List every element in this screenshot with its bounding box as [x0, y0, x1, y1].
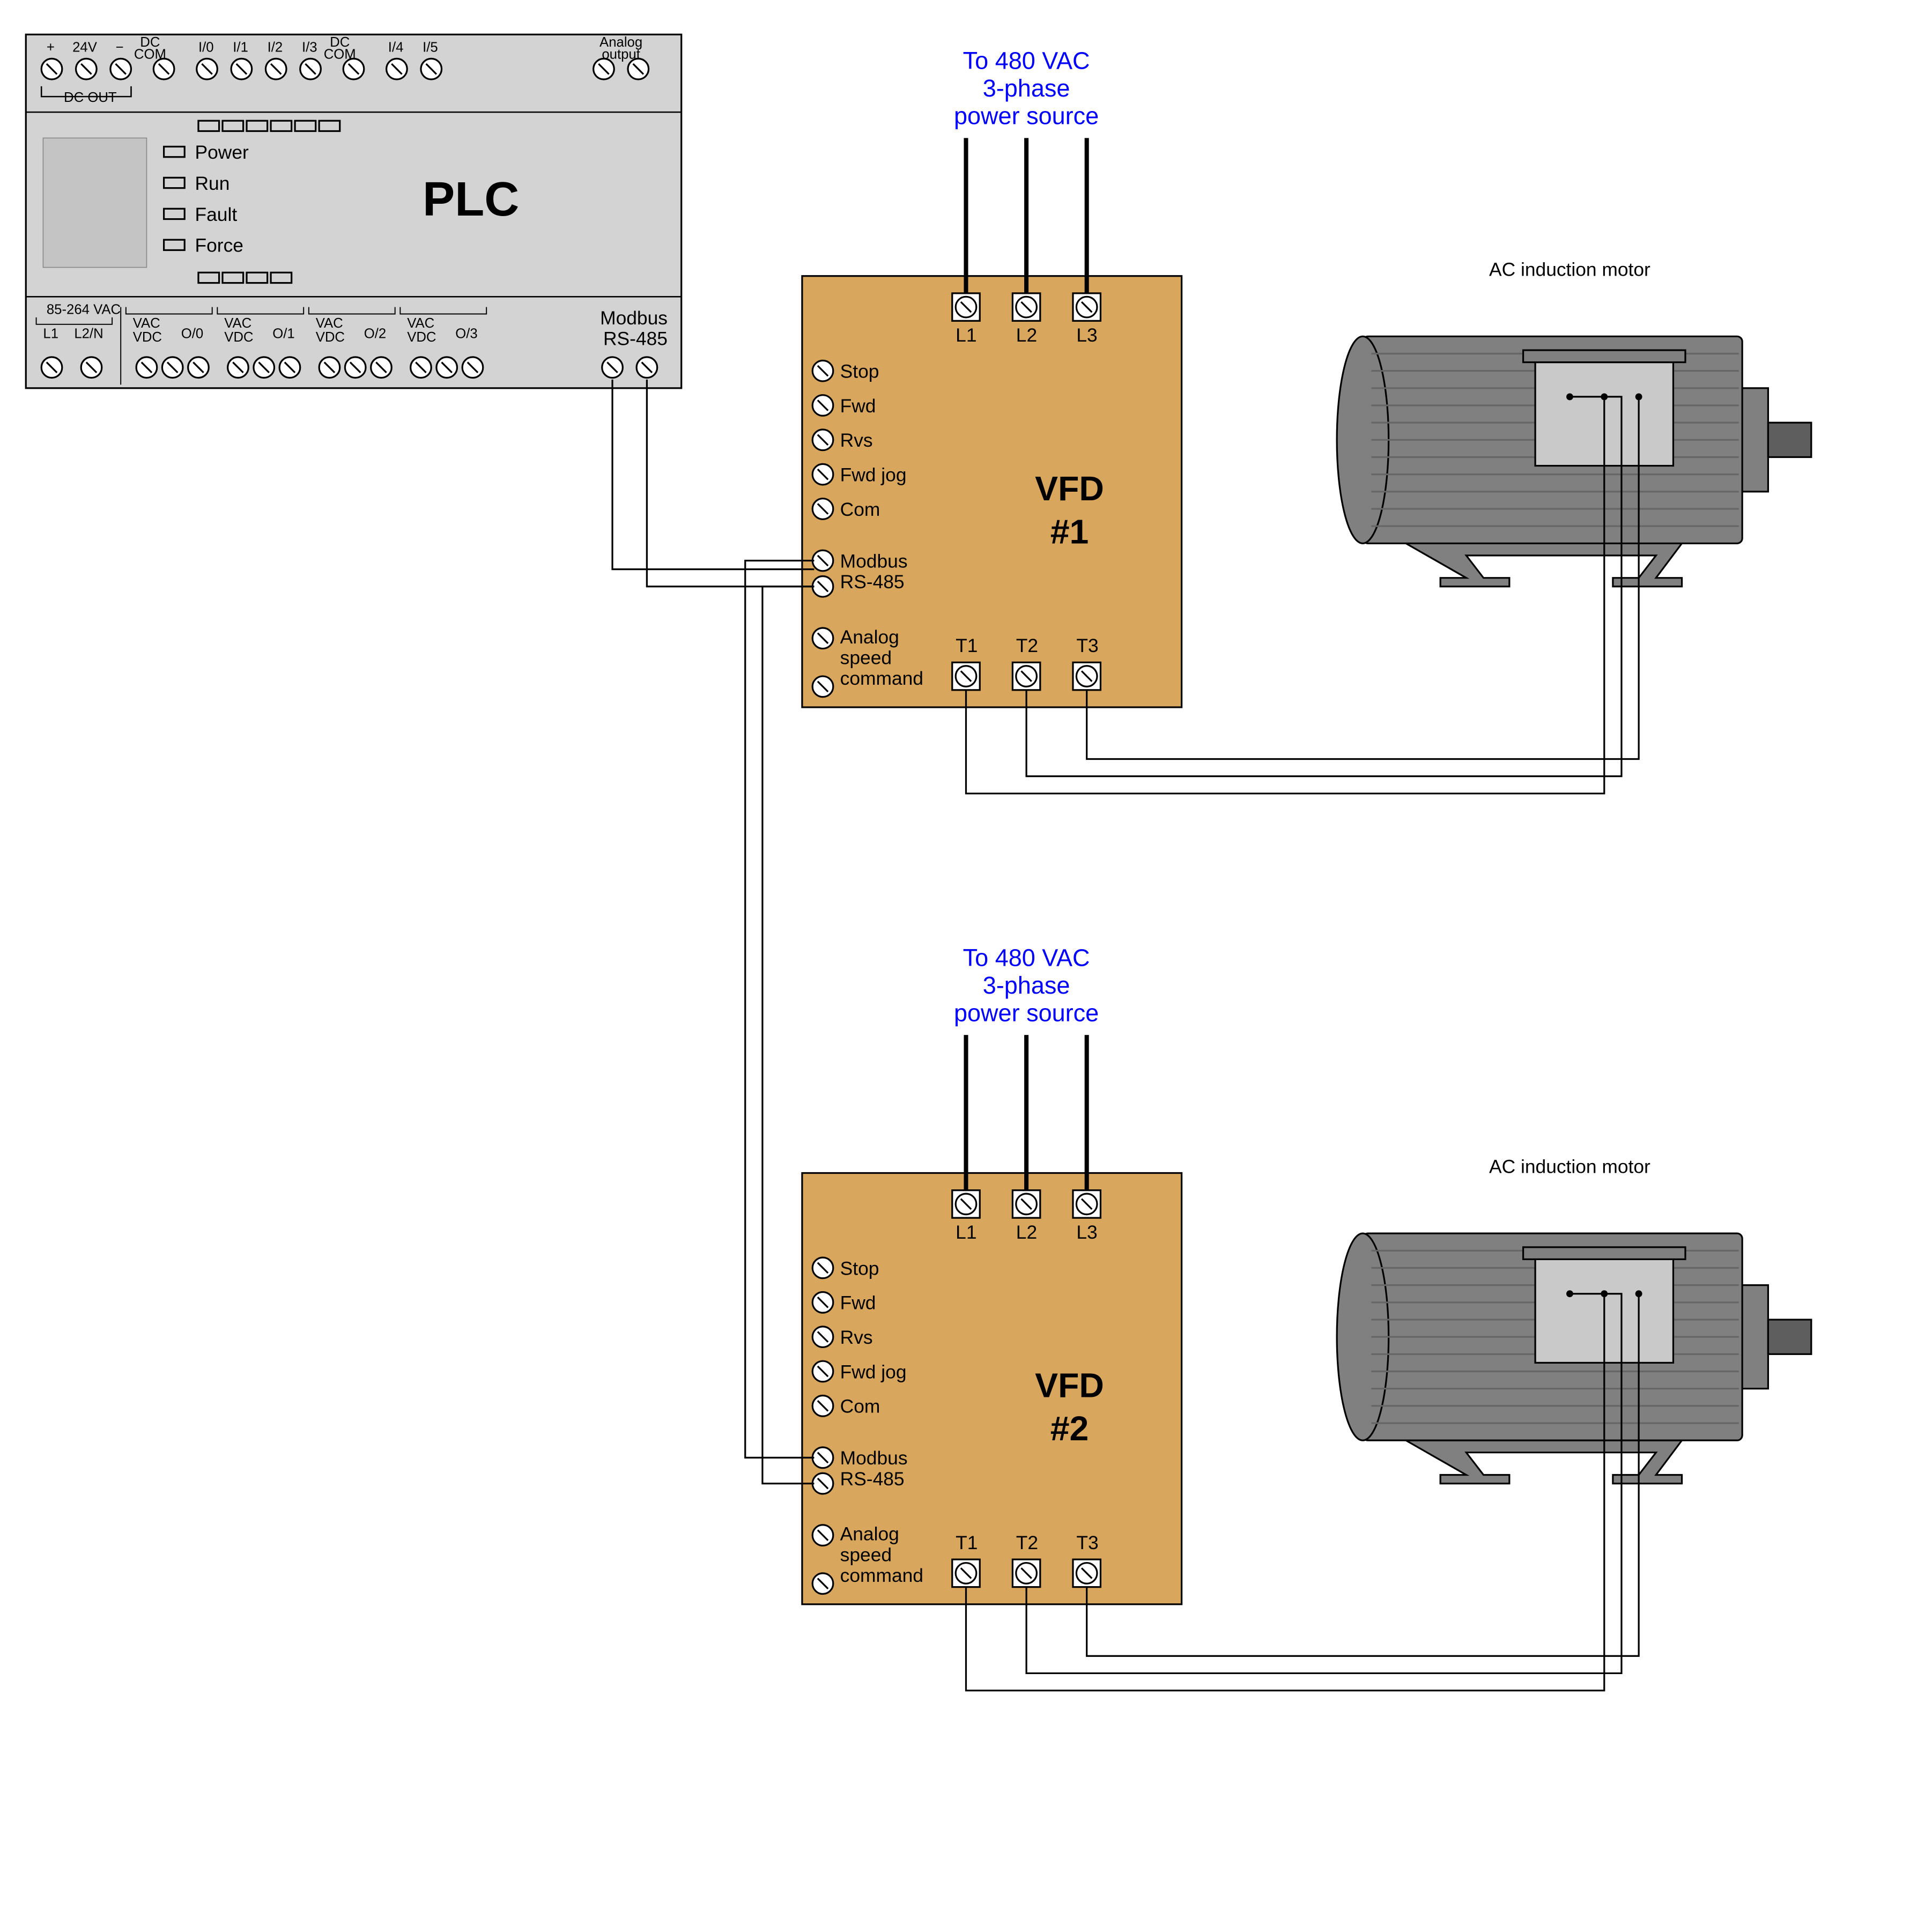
vfd1-name: VFD — [1035, 469, 1104, 508]
vfd1-fwd: Fwd — [840, 396, 876, 417]
vfd-2: L1 L2 L3 T1 T2 T3 Stop Fwd Rvs Fwd jog C… — [802, 1173, 1182, 1604]
plc-i3: I/3 — [302, 40, 317, 55]
vfd2-analog3: command — [840, 1565, 923, 1586]
svg-text:VAC: VAC — [316, 316, 343, 331]
vfd1-com: Com — [840, 499, 880, 520]
svg-text:VDC: VDC — [316, 330, 345, 345]
vfd1-l2: L2 — [1016, 325, 1037, 346]
vfd1-l3: L3 — [1076, 325, 1097, 346]
plc-led-fault: Fault — [195, 204, 238, 225]
plc-o0: O/0 — [181, 327, 203, 342]
vfd2-analog2: speed — [840, 1544, 892, 1565]
svg-text:VAC: VAC — [133, 316, 160, 331]
plc-i1: I/1 — [233, 40, 248, 55]
plc-l1: L1 — [43, 327, 58, 342]
plc-dcout: DC OUT — [64, 90, 117, 105]
vfd1-rvs: Rvs — [840, 430, 873, 451]
plc-o1: O/1 — [272, 327, 294, 342]
plc-i2: I/2 — [268, 40, 283, 55]
plc-term-plus: + — [47, 40, 55, 55]
plc-term-minus: − — [116, 40, 124, 55]
power-label-2a: To 480 VAC — [963, 944, 1090, 971]
vfd2-l3: L3 — [1076, 1222, 1097, 1243]
diagram-canvas: + 24V − DCCOM I/0 I/1 I/2 I/3 DCCOM I/4 … — [0, 0, 1932, 1915]
svg-text:COM: COM — [134, 47, 166, 62]
vfd1-analog3: command — [840, 668, 923, 689]
wire-modbus-plc-b — [647, 380, 814, 587]
power-label-2c: power source — [954, 999, 1099, 1026]
plc-i4: I/4 — [388, 40, 404, 55]
vfd2-fwdjog: Fwd jog — [840, 1361, 907, 1382]
vfd2-fwd: Fwd — [840, 1293, 876, 1314]
vfd1-stop: Stop — [840, 361, 879, 382]
vfd2-rvs: Rvs — [840, 1327, 873, 1348]
motor-2-label: AC induction motor — [1489, 1157, 1650, 1178]
plc-l2n: L2/N — [74, 327, 103, 342]
svg-text:VAC: VAC — [224, 316, 251, 331]
vfd1-analog1: Analog — [840, 627, 899, 648]
plc-term-24v: 24V — [72, 40, 98, 55]
svg-text:output: output — [602, 47, 640, 62]
vfd2-analog1: Analog — [840, 1524, 899, 1545]
vfd1-fwdjog: Fwd jog — [840, 465, 907, 486]
svg-text:Modbus: Modbus — [600, 308, 668, 329]
plc-i0: I/0 — [198, 40, 214, 55]
svg-text:VAC: VAC — [407, 316, 434, 331]
vfd1-l1: L1 — [956, 325, 976, 346]
vfd2-t3: T3 — [1076, 1533, 1098, 1553]
vfd-1: L1 L2 L3 T1 T2 T3 Stop Fwd Rvs Fwd jog C… — [802, 276, 1182, 707]
vfd1-analog2: speed — [840, 648, 892, 669]
vfd2-l1: L1 — [956, 1222, 976, 1243]
plc-i5: I/5 — [423, 40, 438, 55]
plc-module — [43, 138, 146, 267]
motor-1-label: AC induction motor — [1489, 260, 1650, 280]
wire-modbus-plc-a — [612, 380, 814, 569]
plc-vac-range: 85-264 VAC — [47, 302, 121, 317]
plc-led-run: Run — [195, 173, 230, 194]
plc-o2: O/2 — [364, 327, 386, 342]
svg-text:COM: COM — [324, 47, 356, 62]
vfd1-t2: T2 — [1016, 635, 1038, 656]
vfd2-t2: T2 — [1016, 1533, 1038, 1553]
power-label-1c: power source — [954, 102, 1099, 130]
motor-1: AC induction motor — [1337, 260, 1811, 587]
vfd2-name: VFD — [1035, 1366, 1104, 1405]
svg-text:VDC: VDC — [224, 330, 253, 345]
vfd1-modbus1: Modbus — [840, 551, 908, 572]
vfd2-modbus1: Modbus — [840, 1448, 908, 1469]
motor-2: AC induction motor — [1337, 1157, 1811, 1484]
plc-o3: O/3 — [455, 327, 477, 342]
vfd2-stop: Stop — [840, 1258, 879, 1279]
vfd2-t1: T1 — [956, 1533, 978, 1553]
vfd2-com: Com — [840, 1396, 880, 1417]
plc-block: + 24V − DCCOM I/0 I/1 I/2 I/3 DCCOM I/4 … — [26, 34, 681, 388]
vfd2-modbus2: RS-485 — [840, 1469, 905, 1490]
vfd1-sub: #1 — [1050, 512, 1089, 551]
power-label-1a: To 480 VAC — [963, 47, 1090, 75]
plc-title: PLC — [423, 172, 519, 226]
power-label-1b: 3-phase — [983, 75, 1070, 102]
vfd2-sub: #2 — [1050, 1409, 1089, 1448]
svg-text:RS-485: RS-485 — [603, 328, 668, 349]
plc-led-power: Power — [195, 142, 249, 163]
power-label-2b: 3-phase — [983, 972, 1070, 999]
svg-text:VDC: VDC — [133, 330, 162, 345]
vfd1-modbus2: RS-485 — [840, 572, 905, 593]
plc-led-force: Force — [195, 235, 243, 256]
vfd1-t1: T1 — [956, 635, 978, 656]
vfd1-t3: T3 — [1076, 635, 1098, 656]
svg-text:VDC: VDC — [407, 330, 436, 345]
vfd2-l2: L2 — [1016, 1222, 1037, 1243]
